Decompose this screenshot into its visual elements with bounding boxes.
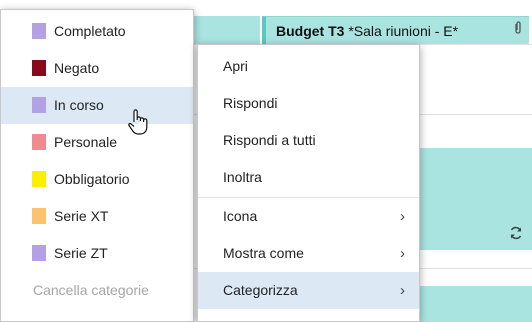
calendar-event-block[interactable] — [420, 286, 532, 322]
clear-categories-item[interactable]: Cancella categorie — [1, 272, 193, 309]
category-item-negato[interactable]: Negato — [1, 50, 193, 87]
category-color-swatch — [32, 245, 46, 261]
calendar-slot[interactable] — [190, 16, 260, 44]
menu-item-mostra-come[interactable]: Mostra come › — [198, 235, 419, 272]
menu-item-categorizza[interactable]: Categorizza › — [198, 272, 419, 309]
menu-item-label: Inoltra — [223, 169, 262, 185]
category-label: In corso — [54, 97, 104, 113]
category-label: Serie XT — [54, 208, 109, 224]
category-color-swatch — [32, 23, 46, 39]
category-item-completato[interactable]: Completato — [1, 13, 193, 50]
menu-item-rispondi[interactable]: Rispondi — [198, 85, 419, 122]
category-label: Obbligatorio — [54, 171, 130, 187]
category-color-swatch — [32, 171, 46, 187]
recurring-icon — [509, 226, 523, 243]
menu-item-rispondi-a-tutti[interactable]: Rispondi a tutti — [198, 122, 419, 159]
menu-item-label: Mostra come — [223, 245, 304, 261]
menu-item-label: Icona — [223, 208, 258, 224]
category-item-serie-zt[interactable]: Serie ZT — [1, 235, 193, 272]
category-color-swatch — [32, 208, 46, 224]
category-label: Personale — [54, 134, 118, 150]
paperclip-icon — [513, 17, 523, 44]
category-item-obbligatorio[interactable]: Obbligatorio — [1, 161, 193, 198]
chevron-right-icon: › — [400, 245, 405, 262]
chevron-right-icon: › — [400, 282, 405, 299]
menu-item-label: Categorizza — [223, 282, 298, 298]
calendar-event[interactable]: Budget T3 *Sala riunioni - E* — [262, 16, 529, 44]
menu-item-icona[interactable]: Icona › — [198, 198, 419, 235]
category-color-swatch — [32, 134, 46, 150]
menu-item-apri[interactable]: Apri — [198, 48, 419, 85]
category-item-serie-xt[interactable]: Serie XT — [1, 198, 193, 235]
menu-item-label: Rispondi — [223, 95, 278, 111]
context-menu: Apri Rispondi Rispondi a tutti Inoltra I… — [197, 44, 420, 322]
hand-cursor-icon — [126, 108, 152, 136]
event-title: Budget T3 — [276, 23, 345, 39]
category-color-swatch — [32, 60, 46, 76]
menu-item-inoltra[interactable]: Inoltra — [198, 159, 419, 196]
category-color-swatch — [32, 97, 46, 113]
menu-item-label: Rispondi a tutti — [223, 132, 316, 148]
category-item-in-corso[interactable]: In corso — [1, 87, 193, 124]
category-label: Serie ZT — [54, 245, 108, 261]
category-item-personale[interactable]: Personale — [1, 124, 193, 161]
clear-categories-label: Cancella categorie — [33, 282, 149, 298]
category-label: Negato — [54, 60, 100, 76]
event-location: *Sala riunioni - E* — [344, 23, 459, 39]
category-label: Completato — [54, 23, 126, 39]
chevron-right-icon: › — [400, 208, 405, 225]
menu-item-label: Apri — [223, 58, 248, 74]
categories-menu: Completato Negato In corso Personale Obb… — [0, 9, 194, 322]
